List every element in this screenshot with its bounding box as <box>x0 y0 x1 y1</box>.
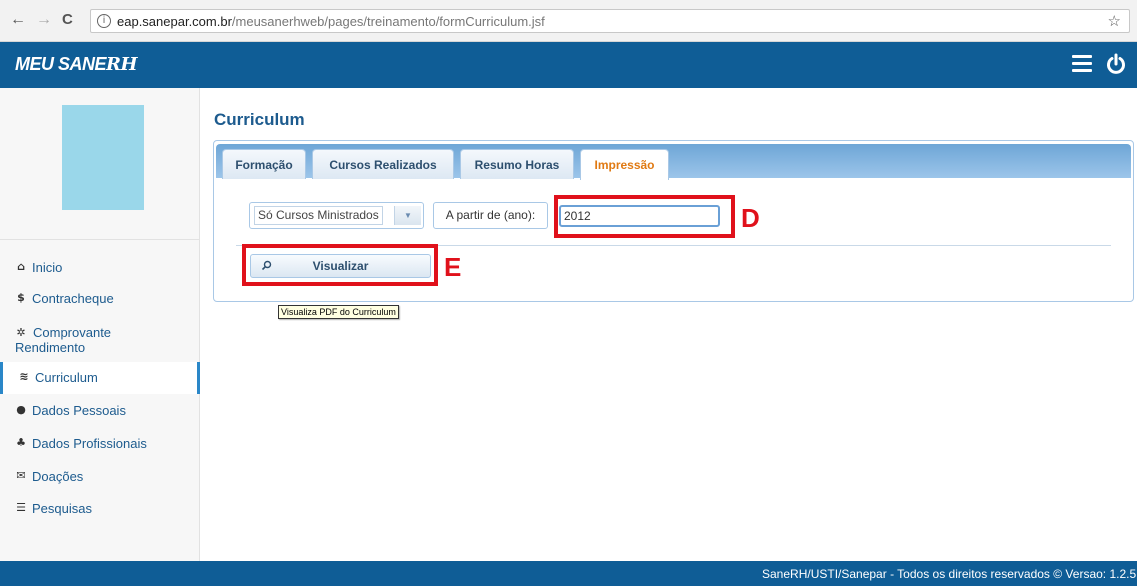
sidebar-item-dados-pessoais[interactable]: ● Dados Pessoais <box>0 395 200 427</box>
url-text: eap.sanepar.com.br/meusanerhweb/pages/tr… <box>117 14 545 29</box>
url-path: /meusanerhweb/pages/treinamento/formCurr… <box>231 14 545 29</box>
forward-arrow-icon[interactable]: → <box>36 11 52 29</box>
list-icon: ☰ <box>16 501 26 514</box>
sidebar-item-pesquisas[interactable]: ☰ Pesquisas <box>0 493 200 525</box>
sidebar-item-label: Dados Pessoais <box>32 403 126 418</box>
page-title: Curriculum <box>214 110 305 129</box>
power-icon[interactable] <box>1105 53 1127 75</box>
select-value: Só Cursos Ministrados <box>254 206 383 225</box>
reload-icon[interactable]: C <box>62 11 73 29</box>
back-arrow-icon[interactable]: ← <box>10 11 26 29</box>
footer: SaneRH/USTI/Sanepar - Todos os direitos … <box>0 561 1137 586</box>
hamburger-icon[interactable] <box>1072 55 1092 73</box>
logo-rh: RH <box>106 54 137 75</box>
tooltip: Visualiza PDF do Curriculum <box>278 305 399 319</box>
tab-strip: Formação Cursos Realizados Resumo Horas … <box>216 144 1131 180</box>
sidebar-item-label: Dados Profissionais <box>32 436 147 451</box>
tab-impressao[interactable]: Impressão <box>580 149 669 180</box>
bookmark-star-icon[interactable]: ☆ <box>1108 12 1121 30</box>
sidebar-item-label: Inicio <box>32 260 63 275</box>
tab-resumo-horas[interactable]: Resumo Horas <box>460 149 574 179</box>
sidebar-item-contracheque[interactable]: $ Contracheque <box>0 283 200 315</box>
tab-cursos-realizados[interactable]: Cursos Realizados <box>312 149 454 179</box>
annotation-label-e: E <box>444 252 462 282</box>
annotation-label-d: D <box>741 203 760 233</box>
gift-icon: ✉ <box>16 469 26 482</box>
user-icon: ● <box>16 403 26 416</box>
sidebar-item-comprovante-rendimento[interactable]: ✲ Comprovante Rendimento <box>0 321 200 357</box>
app-logo[interactable]: MEU SANERH <box>15 54 137 75</box>
sidebar-item-label-line1: Comprovante <box>33 325 112 340</box>
graduation-cap-icon: ≋ <box>19 370 29 383</box>
sidebar-divider <box>0 239 200 240</box>
home-icon: ⌂ <box>17 260 25 273</box>
sidebar-item-label: Pesquisas <box>32 501 92 516</box>
sidebar-item-curriculum[interactable]: ≋ Curriculum <box>0 362 200 394</box>
sidebar-item-label-line2: Rendimento <box>15 340 86 355</box>
sidebar-item-dados-profissionais[interactable]: ♣ Dados Profissionais <box>0 428 200 460</box>
dollar-icon: $ <box>17 291 25 304</box>
sidebar-item-label: Comprovante Rendimento <box>15 325 111 355</box>
url-domain: eap.sanepar.com.br <box>117 14 232 29</box>
sidebar-item-inicio[interactable]: ⌂ Inicio <box>0 252 200 284</box>
chevron-down-icon[interactable]: ▼ <box>394 206 421 225</box>
sidebar-item-doacoes[interactable]: ✉ Doações <box>0 461 200 493</box>
sidebar-item-label: Doações <box>32 469 84 484</box>
avatar <box>62 105 144 210</box>
logo-main: MEU SANE <box>15 54 107 74</box>
address-bar[interactable]: i eap.sanepar.com.br/meusanerhweb/pages/… <box>90 9 1130 33</box>
sidebar-item-label: Curriculum <box>35 370 98 385</box>
browser-toolbar: ← → C i eap.sanepar.com.br/meusanerhweb/… <box>0 0 1137 42</box>
footer-text: SaneRH/USTI/Sanepar - Todos os direitos … <box>762 567 1137 581</box>
from-year-label: A partir de (ano): <box>433 202 548 229</box>
course-type-select[interactable]: Só Cursos Ministrados ▼ <box>249 202 424 229</box>
annotation-box-d <box>554 195 735 238</box>
users-icon: ♣ <box>16 436 26 449</box>
tab-formacao[interactable]: Formação <box>222 149 306 179</box>
info-icon[interactable]: i <box>97 14 111 28</box>
annotation-box-e <box>242 244 438 286</box>
sidebar-item-label: Contracheque <box>32 291 114 306</box>
app-header: MEU SANERH <box>0 42 1137 88</box>
